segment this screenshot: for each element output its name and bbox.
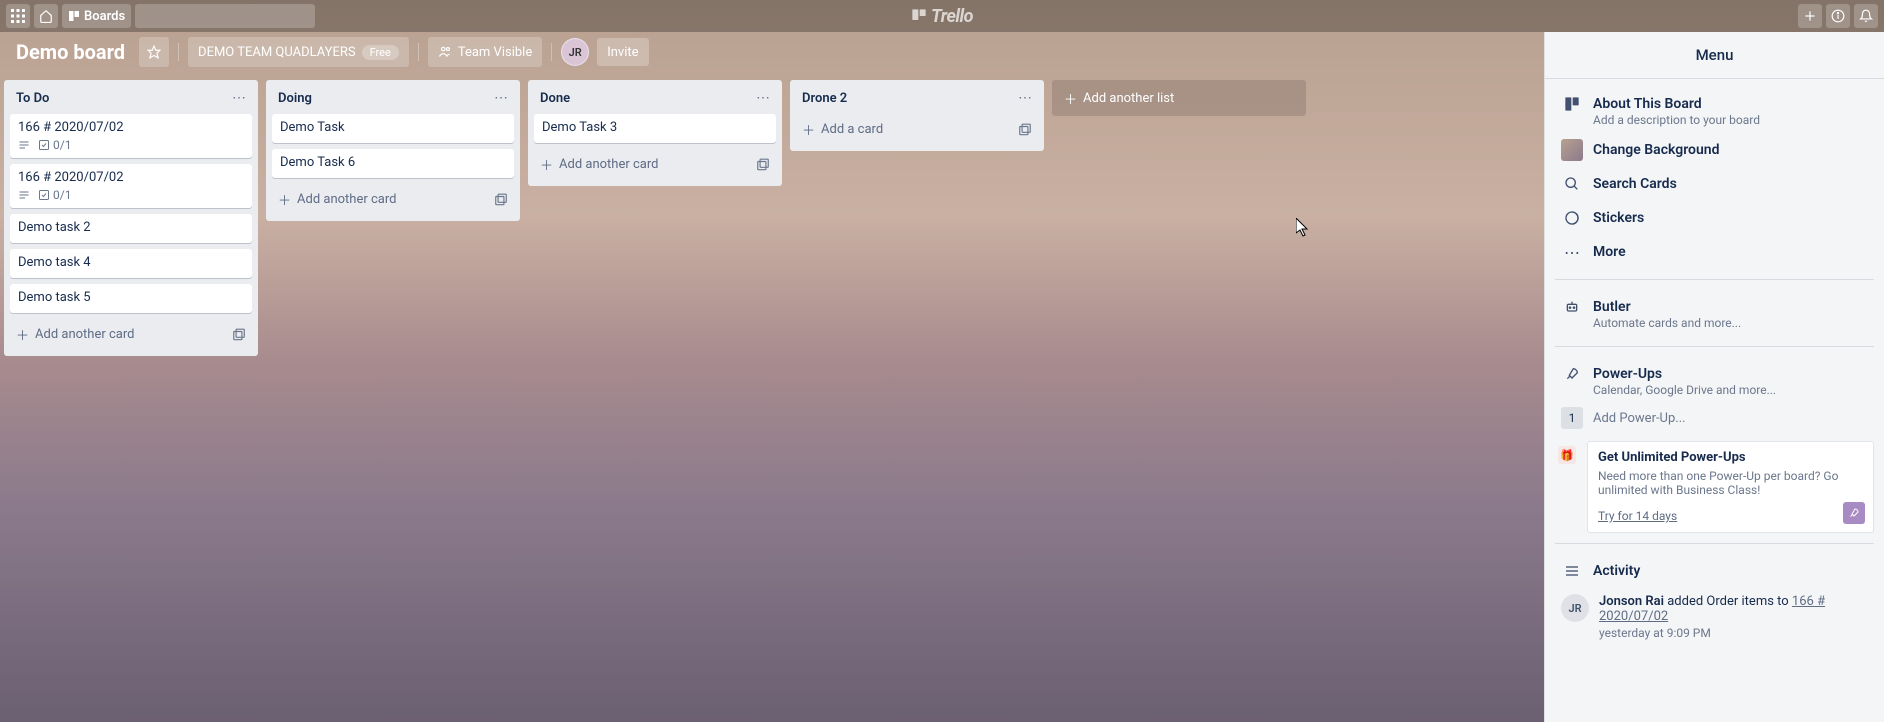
activity-icon <box>1561 560 1583 582</box>
menu-butler[interactable]: ButlerAutomate cards and more... <box>1555 290 1874 336</box>
star-board-button[interactable] <box>139 37 169 67</box>
plus-icon: ＋ <box>802 120 815 139</box>
card[interactable]: Demo Task 3 <box>534 114 776 143</box>
menu-change-background[interactable]: Change Background <box>1555 133 1874 167</box>
info-icon <box>1831 9 1845 23</box>
template-icon[interactable] <box>1018 123 1032 137</box>
card[interactable]: 166 # 2020/07/02 0/1 <box>10 114 252 158</box>
template-icon[interactable] <box>494 193 508 207</box>
search-box[interactable] <box>135 4 315 28</box>
card[interactable]: Demo task 4 <box>10 249 252 278</box>
plus-icon: ＋ <box>16 325 29 344</box>
plus-icon: ＋ <box>278 190 291 209</box>
board-icon <box>1561 93 1583 115</box>
butler-icon <box>1561 296 1583 318</box>
board-lists: To Do ⋯ 166 # 2020/07/02 0/1 166 # 2020/… <box>0 72 1544 722</box>
search-icon <box>1561 173 1583 195</box>
menu-more[interactable]: ⋯ More <box>1555 235 1874 269</box>
sticker-icon <box>1561 207 1583 229</box>
more-icon: ⋯ <box>1561 241 1583 263</box>
home-icon <box>39 9 53 23</box>
card[interactable]: Demo task 5 <box>10 284 252 313</box>
powerup-promo: 🎁 Get Unlimited Power-Ups Need more than… <box>1587 441 1874 533</box>
list-menu-button[interactable]: ⋯ <box>1018 90 1032 106</box>
activity-avatar[interactable]: JR <box>1561 594 1589 622</box>
description-badge <box>18 139 30 151</box>
promo-try-link[interactable]: Try for 14 days <box>1598 509 1677 523</box>
apps-menu-button[interactable] <box>6 4 30 28</box>
add-card-button[interactable]: ＋Add another card <box>534 149 776 180</box>
card[interactable]: 166 # 2020/07/02 0/1 <box>10 164 252 208</box>
info-button[interactable] <box>1826 4 1850 28</box>
apps-icon <box>11 9 25 23</box>
invite-button[interactable]: Invite <box>597 38 648 66</box>
list-title[interactable]: To Do <box>16 91 49 106</box>
list-todo: To Do ⋯ 166 # 2020/07/02 0/1 166 # 2020/… <box>4 80 258 356</box>
activity-entry: JR Jonson Rai added Order items to 166 #… <box>1555 588 1874 646</box>
boards-label: Boards <box>84 9 125 24</box>
brand-logo[interactable]: Trello <box>911 6 973 27</box>
list-menu-button[interactable]: ⋯ <box>756 90 770 106</box>
card[interactable]: Demo task 2 <box>10 214 252 243</box>
rocket-icon <box>1561 363 1583 385</box>
bell-icon <box>1859 9 1873 23</box>
promo-upgrade-button[interactable] <box>1843 502 1865 524</box>
menu-stickers[interactable]: Stickers <box>1555 201 1874 235</box>
add-card-button[interactable]: ＋Add a card <box>796 114 1038 145</box>
boards-button[interactable]: Boards <box>62 4 131 28</box>
list-drone2: Drone 2 ⋯ ＋Add a card <box>790 80 1044 151</box>
plus-icon: ＋ <box>1064 89 1077 108</box>
boards-icon <box>68 10 80 22</box>
member-avatar[interactable]: JR <box>561 38 589 66</box>
template-icon[interactable] <box>756 158 770 172</box>
home-button[interactable] <box>34 4 58 28</box>
menu-panel: Menu About This BoardAdd a description t… <box>1544 32 1884 722</box>
background-thumb-icon <box>1561 139 1583 161</box>
add-card-button[interactable]: ＋Add another card <box>10 319 252 350</box>
people-icon <box>438 45 452 59</box>
create-button[interactable] <box>1798 4 1822 28</box>
list-menu-button[interactable]: ⋯ <box>494 90 508 106</box>
trello-icon <box>911 8 927 24</box>
list-title[interactable]: Drone 2 <box>802 91 847 106</box>
gift-icon: 🎁 <box>1558 446 1576 464</box>
card[interactable]: Demo Task <box>272 114 514 143</box>
top-navbar: Boards Trello <box>0 0 1884 32</box>
checklist-badge: 0/1 <box>38 188 71 202</box>
menu-about-board[interactable]: About This BoardAdd a description to you… <box>1555 87 1874 133</box>
list-title[interactable]: Doing <box>278 91 312 106</box>
star-icon <box>147 45 161 59</box>
powerup-count-badge: 1 <box>1561 407 1583 429</box>
board-title[interactable]: Demo board <box>8 40 133 64</box>
template-icon[interactable] <box>232 328 246 342</box>
description-badge <box>18 189 30 201</box>
list-title[interactable]: Done <box>540 91 570 106</box>
plus-icon: ＋ <box>540 155 553 174</box>
plus-icon <box>1803 9 1817 23</box>
add-list-button[interactable]: ＋ Add another list <box>1052 80 1306 116</box>
menu-search-cards[interactable]: Search Cards <box>1555 167 1874 201</box>
search-input[interactable] <box>143 9 309 24</box>
card[interactable]: Demo Task 6 <box>272 149 514 178</box>
notifications-button[interactable] <box>1854 4 1878 28</box>
add-card-button[interactable]: ＋Add another card <box>272 184 514 215</box>
checklist-badge: 0/1 <box>38 138 71 152</box>
free-badge: Free <box>362 45 399 60</box>
menu-activity-header: Activity <box>1555 554 1874 588</box>
list-done: Done ⋯ Demo Task 3 ＋Add another card <box>528 80 782 186</box>
visibility-button[interactable]: Team Visible <box>428 37 542 67</box>
menu-powerups[interactable]: Power-UpsCalendar, Google Drive and more… <box>1555 357 1874 403</box>
add-powerup[interactable]: 1 Add Power-Up... <box>1555 403 1874 433</box>
menu-title: Menu <box>1545 32 1884 79</box>
team-label[interactable]: DEMO TEAM QUADLAYERS Free <box>188 37 409 67</box>
list-menu-button[interactable]: ⋯ <box>232 90 246 106</box>
list-doing: Doing ⋯ Demo Task Demo Task 6 ＋Add anoth… <box>266 80 520 221</box>
